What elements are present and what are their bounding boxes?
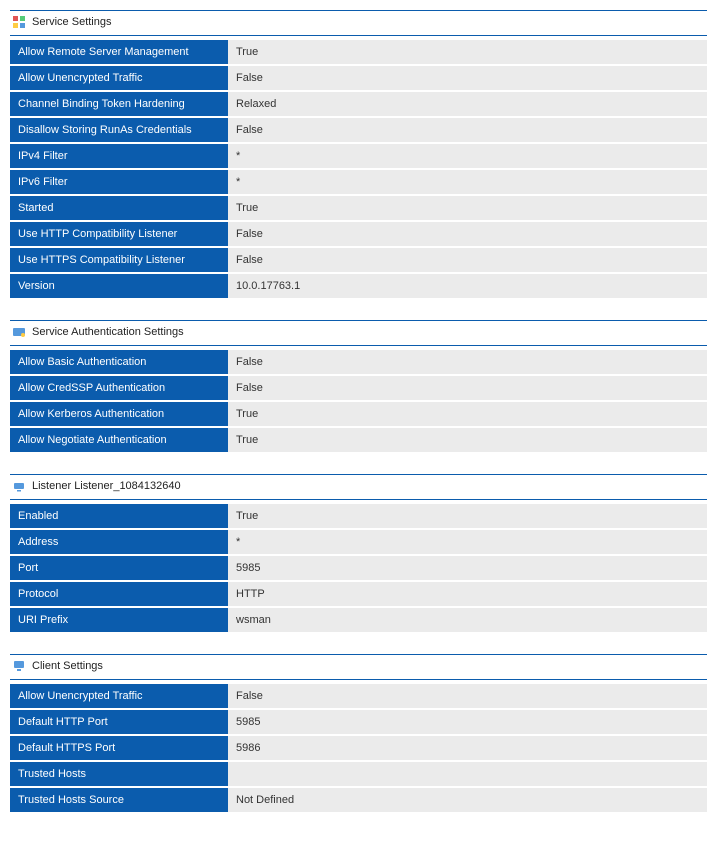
table-row: Allow CredSSP AuthenticationFalse: [10, 376, 707, 402]
setting-value: *: [228, 170, 707, 194]
setting-value: True: [228, 402, 707, 426]
setting-label: Use HTTP Compatibility Listener: [10, 222, 228, 246]
section-service-auth-settings: Service Authentication Settings Allow Bas…: [10, 320, 707, 454]
table-row: Default HTTPS Port5986: [10, 736, 707, 762]
setting-label: URI Prefix: [10, 608, 228, 632]
section-listener: Listener Listener_1084132640 EnabledTrueA…: [10, 474, 707, 634]
setting-value: True: [228, 40, 707, 64]
setting-label: IPv6 Filter: [10, 170, 228, 194]
setting-value: HTTP: [228, 582, 707, 606]
table-row: Use HTTP Compatibility ListenerFalse: [10, 222, 707, 248]
settings-table: EnabledTrueAddress*Port5985ProtocolHTTPU…: [10, 504, 707, 634]
setting-value: 5985: [228, 556, 707, 580]
setting-label: Port: [10, 556, 228, 580]
setting-value: False: [228, 66, 707, 90]
setting-value: wsman: [228, 608, 707, 632]
setting-label: Allow Kerberos Authentication: [10, 402, 228, 426]
table-row: Use HTTPS Compatibility ListenerFalse: [10, 248, 707, 274]
setting-value: [228, 762, 707, 786]
section-header-listener: Listener Listener_1084132640: [10, 474, 707, 500]
section-header-service-settings: Service Settings: [10, 10, 707, 36]
setting-value: 5985: [228, 710, 707, 734]
setting-label: IPv4 Filter: [10, 144, 228, 168]
setting-value: True: [228, 196, 707, 220]
section-header-service-auth-settings: Service Authentication Settings: [10, 320, 707, 346]
section-title: Service Authentication Settings: [32, 326, 184, 338]
setting-label: Allow CredSSP Authentication: [10, 376, 228, 400]
setting-label: Trusted Hosts: [10, 762, 228, 786]
table-row: Allow Unencrypted TrafficFalse: [10, 684, 707, 710]
table-row: Port5985: [10, 556, 707, 582]
client-icon: [12, 659, 26, 673]
settings-table: Allow Remote Server ManagementTrueAllow …: [10, 40, 707, 300]
listener-icon: [12, 479, 26, 493]
setting-value: False: [228, 248, 707, 272]
table-row: URI Prefixwsman: [10, 608, 707, 634]
setting-value: False: [228, 222, 707, 246]
table-row: Allow Kerberos AuthenticationTrue: [10, 402, 707, 428]
table-row: IPv4 Filter*: [10, 144, 707, 170]
setting-value: 5986: [228, 736, 707, 760]
table-row: StartedTrue: [10, 196, 707, 222]
setting-label: Use HTTPS Compatibility Listener: [10, 248, 228, 272]
setting-value: False: [228, 118, 707, 142]
table-row: ProtocolHTTP: [10, 582, 707, 608]
setting-value: Relaxed: [228, 92, 707, 116]
setting-value: False: [228, 684, 707, 708]
table-row: Allow Unencrypted TrafficFalse: [10, 66, 707, 92]
settings-table: Allow Basic AuthenticationFalseAllow Cre…: [10, 350, 707, 454]
setting-value: *: [228, 530, 707, 554]
table-row: Allow Basic AuthenticationFalse: [10, 350, 707, 376]
setting-label: Started: [10, 196, 228, 220]
table-row: EnabledTrue: [10, 504, 707, 530]
setting-value: True: [228, 504, 707, 528]
table-row: Channel Binding Token HardeningRelaxed: [10, 92, 707, 118]
setting-value: False: [228, 376, 707, 400]
table-row: Allow Negotiate AuthenticationTrue: [10, 428, 707, 454]
setting-label: Allow Remote Server Management: [10, 40, 228, 64]
section-title: Listener Listener_1084132640: [32, 480, 181, 492]
settings-table: Allow Unencrypted TrafficFalseDefault HT…: [10, 684, 707, 814]
setting-value: 10.0.17763.1: [228, 274, 707, 298]
setting-label: Address: [10, 530, 228, 554]
section-service-settings: Service Settings Allow Remote Server Mana…: [10, 10, 707, 300]
auth-icon: [12, 325, 26, 339]
section-title: Service Settings: [32, 16, 111, 28]
setting-label: Trusted Hosts Source: [10, 788, 228, 812]
setting-label: Allow Unencrypted Traffic: [10, 684, 228, 708]
setting-value: *: [228, 144, 707, 168]
setting-label: Default HTTPS Port: [10, 736, 228, 760]
service-icon: [12, 15, 26, 29]
setting-label: Allow Negotiate Authentication: [10, 428, 228, 452]
table-row: Trusted Hosts: [10, 762, 707, 788]
table-row: IPv6 Filter*: [10, 170, 707, 196]
setting-label: Default HTTP Port: [10, 710, 228, 734]
table-row: Trusted Hosts SourceNot Defined: [10, 788, 707, 814]
table-row: Allow Remote Server ManagementTrue: [10, 40, 707, 66]
setting-label: Allow Unencrypted Traffic: [10, 66, 228, 90]
table-row: Default HTTP Port5985: [10, 710, 707, 736]
setting-label: Enabled: [10, 504, 228, 528]
table-row: Address*: [10, 530, 707, 556]
section-title: Client Settings: [32, 660, 103, 672]
setting-label: Protocol: [10, 582, 228, 606]
setting-value: False: [228, 350, 707, 374]
setting-label: Disallow Storing RunAs Credentials: [10, 118, 228, 142]
setting-label: Channel Binding Token Hardening: [10, 92, 228, 116]
table-row: Disallow Storing RunAs CredentialsFalse: [10, 118, 707, 144]
setting-label: Allow Basic Authentication: [10, 350, 228, 374]
section-client-settings: Client Settings Allow Unencrypted Traffic…: [10, 654, 707, 814]
setting-value: True: [228, 428, 707, 452]
table-row: Version10.0.17763.1: [10, 274, 707, 300]
setting-value: Not Defined: [228, 788, 707, 812]
section-header-client-settings: Client Settings: [10, 654, 707, 680]
setting-label: Version: [10, 274, 228, 298]
